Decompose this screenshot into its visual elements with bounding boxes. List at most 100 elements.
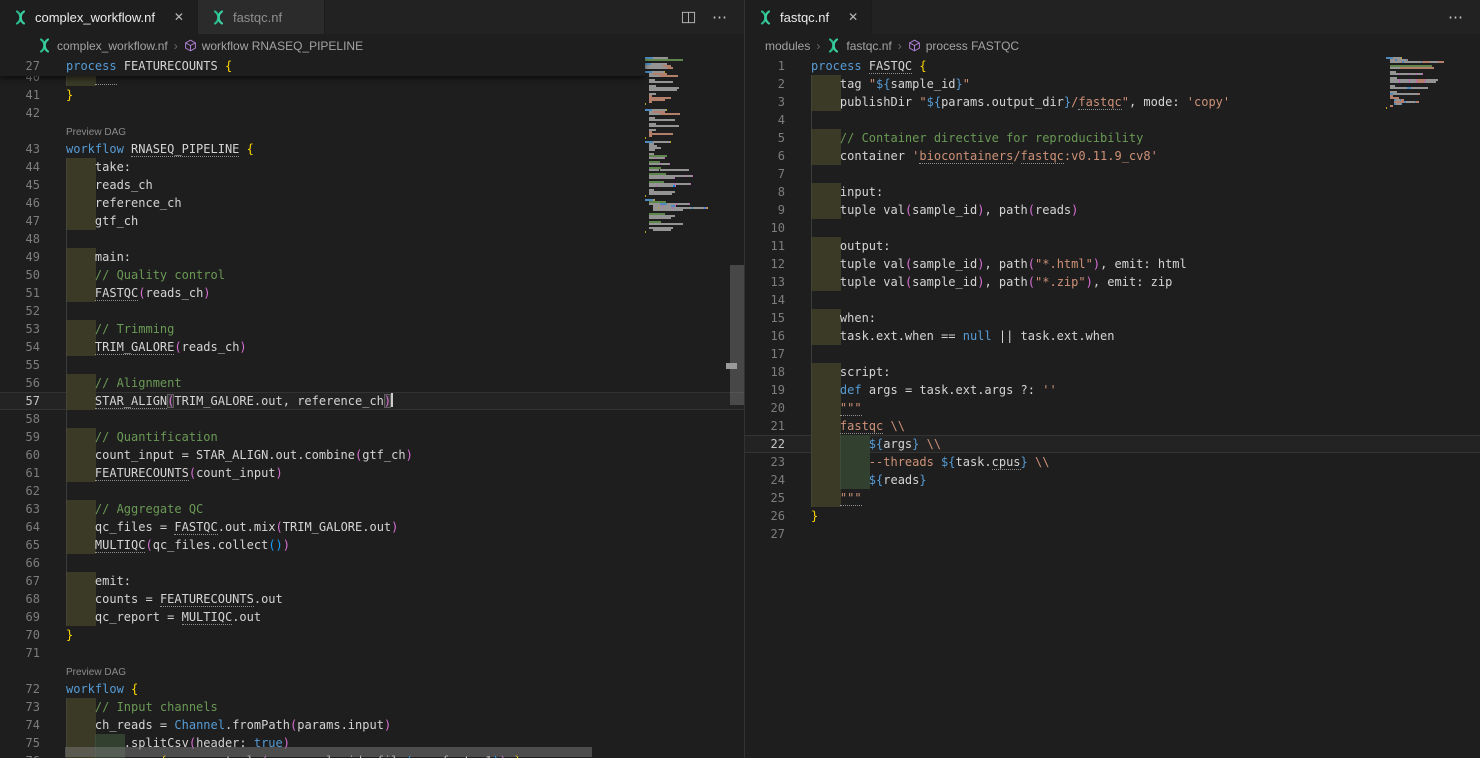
line-number[interactable]: 62: [0, 482, 40, 500]
code-line[interactable]: 43workflow RNASEQ_PIPELINE {: [0, 140, 744, 158]
breadcrumb-item-workflow-rnaseq-pipeline[interactable]: workflow RNASEQ_PIPELINE: [184, 39, 363, 53]
line-number[interactable]: 19: [745, 381, 785, 399]
line-number[interactable]: 46: [0, 194, 40, 212]
vertical-scrollbar[interactable]: [730, 57, 744, 758]
line-number[interactable]: 52: [0, 302, 40, 320]
vertical-scrollbar-thumb[interactable]: [730, 265, 744, 405]
breadcrumb-item-process-fastqc[interactable]: process FASTQC: [908, 39, 1019, 53]
line-number[interactable]: 55: [0, 356, 40, 374]
code-line[interactable]: 18 script:: [745, 363, 1480, 381]
code-line[interactable]: 20 """: [745, 399, 1480, 417]
line-number[interactable]: 63: [0, 500, 40, 518]
tab-complex-workflow-nf[interactable]: complex_workflow.nf✕: [0, 0, 198, 34]
line-number[interactable]: 14: [745, 291, 785, 309]
code-line[interactable]: 54 TRIM_GALORE(reads_ch): [0, 338, 744, 356]
line-number[interactable]: 59: [0, 428, 40, 446]
code-line[interactable]: 7: [745, 165, 1480, 183]
line-number[interactable]: 17: [745, 345, 785, 363]
code-line[interactable]: 59 // Quantification: [0, 428, 744, 446]
line-number[interactable]: 47: [0, 212, 40, 230]
line-number[interactable]: 51: [0, 284, 40, 302]
code-line[interactable]: 60 count_input = STAR_ALIGN.out.combine(…: [0, 446, 744, 464]
line-number[interactable]: 74: [0, 716, 40, 734]
tab-close-icon[interactable]: ✕: [845, 10, 861, 24]
code-line[interactable]: 57 STAR_ALIGN(TRIM_GALORE.out, reference…: [0, 392, 744, 410]
line-number[interactable]: 27: [0, 57, 40, 76]
line-number[interactable]: 9: [745, 201, 785, 219]
code-line[interactable]: 51 FASTQC(reads_ch): [0, 284, 744, 302]
line-number[interactable]: 57: [0, 392, 40, 410]
code-line[interactable]: 58: [0, 410, 744, 428]
line-number[interactable]: 3: [745, 93, 785, 111]
code-line[interactable]: 64 qc_files = FASTQC.out.mix(TRIM_GALORE…: [0, 518, 744, 536]
code-line[interactable]: 69 qc_report = MULTIQC.out: [0, 608, 744, 626]
code-line[interactable]: 26}: [745, 507, 1480, 525]
more-actions-icon[interactable]: ⋯: [712, 8, 728, 26]
code-line[interactable]: 15 when:: [745, 309, 1480, 327]
editor-right[interactable]: 1process FASTQC {2 tag "${sample_id}"3 p…: [745, 57, 1480, 758]
line-number[interactable]: 25: [745, 489, 785, 507]
line-number[interactable]: 12: [745, 255, 785, 273]
code-line[interactable]: 70}: [0, 626, 744, 644]
line-number[interactable]: 68: [0, 590, 40, 608]
more-actions-icon[interactable]: ⋯: [1448, 8, 1464, 26]
line-number[interactable]: 15: [745, 309, 785, 327]
code-line[interactable]: 46 reference_ch: [0, 194, 744, 212]
code-line[interactable]: 10: [745, 219, 1480, 237]
code-line[interactable]: 63 // Aggregate QC: [0, 500, 744, 518]
code-line[interactable]: 5 // Container directive for reproducibi…: [745, 129, 1480, 147]
tab-close-icon[interactable]: ✕: [171, 10, 187, 24]
codelens-preview-dag[interactable]: Preview DAG: [0, 122, 744, 140]
breadcrumb-item-fastqc-nf[interactable]: fastqc.nf: [826, 38, 891, 53]
code-line[interactable]: 55: [0, 356, 744, 374]
line-number[interactable]: 43: [0, 140, 40, 158]
code-line[interactable]: 48: [0, 230, 744, 248]
code-line[interactable]: 73 // Input channels: [0, 698, 744, 716]
code-line[interactable]: 11 output:: [745, 237, 1480, 255]
code-line[interactable]: 19 def args = task.ext.args ?: '': [745, 381, 1480, 399]
code-line[interactable]: 61 FEATURECOUNTS(count_input): [0, 464, 744, 482]
code-line[interactable]: 44 take:: [0, 158, 744, 176]
breadcrumb-item-complex-workflow-nf[interactable]: complex_workflow.nf: [37, 38, 168, 53]
line-number[interactable]: 5: [745, 129, 785, 147]
line-number[interactable]: 44: [0, 158, 40, 176]
line-number[interactable]: 49: [0, 248, 40, 266]
code-line[interactable]: 41}: [0, 86, 744, 104]
line-number[interactable]: 70: [0, 626, 40, 644]
line-number[interactable]: 27: [745, 525, 785, 543]
code-line[interactable]: 74 ch_reads = Channel.fromPath(params.in…: [0, 716, 744, 734]
line-number[interactable]: 4: [745, 111, 785, 129]
split-editor-icon[interactable]: [681, 10, 696, 25]
code-line[interactable]: 56 // Alignment: [0, 374, 744, 392]
code-line[interactable]: 45 reads_ch: [0, 176, 744, 194]
code-line[interactable]: 14: [745, 291, 1480, 309]
line-number[interactable]: 24: [745, 471, 785, 489]
horizontal-scrollbar-thumb[interactable]: [65, 747, 592, 757]
line-number[interactable]: 13: [745, 273, 785, 291]
line-number[interactable]: [0, 122, 40, 140]
code-line[interactable]: 6 container 'biocontainers/fastqc:v0.11.…: [745, 147, 1480, 165]
line-number[interactable]: 21: [745, 417, 785, 435]
line-number[interactable]: 66: [0, 554, 40, 572]
line-number[interactable]: 22: [745, 435, 785, 453]
line-number[interactable]: 10: [745, 219, 785, 237]
line-number[interactable]: 64: [0, 518, 40, 536]
line-number[interactable]: 53: [0, 320, 40, 338]
line-number[interactable]: 26: [745, 507, 785, 525]
sticky-scroll-header[interactable]: 27process FEATURECOUNTS {: [0, 57, 645, 76]
code-line[interactable]: 8 input:: [745, 183, 1480, 201]
code-line[interactable]: 4: [745, 111, 1480, 129]
line-number[interactable]: 60: [0, 446, 40, 464]
horizontal-scrollbar[interactable]: [0, 747, 645, 757]
line-number[interactable]: 56: [0, 374, 40, 392]
line-number[interactable]: 6: [745, 147, 785, 165]
line-number[interactable]: 50: [0, 266, 40, 284]
editor-left[interactable]: 40 """41}42Preview DAG43workflow RNASEQ_…: [0, 57, 744, 758]
line-number[interactable]: 42: [0, 104, 40, 122]
line-number[interactable]: 73: [0, 698, 40, 716]
minimap[interactable]: [645, 57, 729, 758]
code-line[interactable]: 13 tuple val(sample_id), path("*.zip"), …: [745, 273, 1480, 291]
tab-fastqc-nf[interactable]: fastqc.nf✕: [745, 0, 872, 34]
line-number[interactable]: 20: [745, 399, 785, 417]
line-number[interactable]: 67: [0, 572, 40, 590]
